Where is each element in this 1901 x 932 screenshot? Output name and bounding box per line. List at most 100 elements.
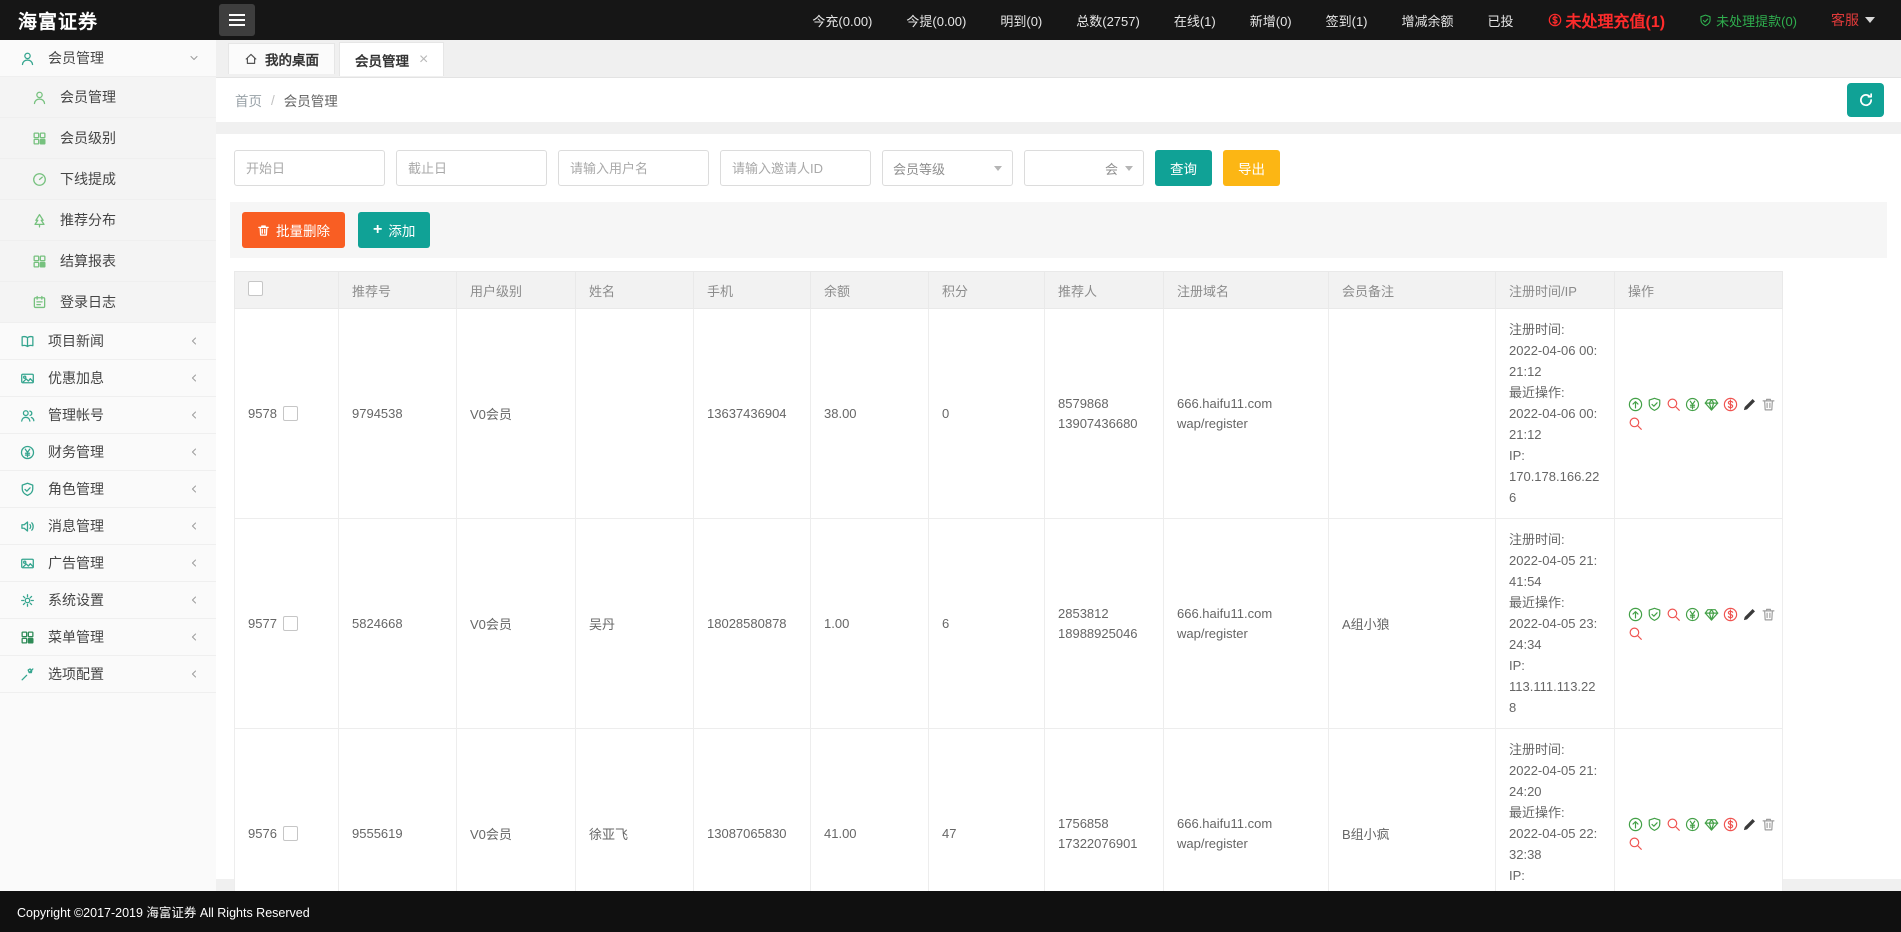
upgrade-icon[interactable] bbox=[1628, 607, 1643, 622]
sidebar-item-menu-management[interactable]: 菜单管理 bbox=[0, 619, 216, 656]
sidebar-item-admin-accounts[interactable]: 管理帐号 bbox=[0, 397, 216, 434]
tab-member-management[interactable]: 会员管理 × bbox=[339, 42, 445, 76]
member-group-select[interactable]: 会 bbox=[1024, 150, 1144, 186]
sidebar-item-option-config[interactable]: 选项配置 bbox=[0, 656, 216, 693]
cell-referrer: 2853812 18988925046 bbox=[1044, 518, 1164, 729]
batch-delete-button[interactable]: 批量删除 bbox=[242, 212, 345, 248]
diamond-icon[interactable] bbox=[1704, 607, 1719, 622]
cell-level: V0会员 bbox=[456, 518, 576, 729]
chevron-left-icon bbox=[188, 335, 200, 347]
refresh-button[interactable] bbox=[1847, 83, 1884, 117]
select-all-checkbox[interactable] bbox=[248, 281, 263, 296]
search-button[interactable]: 查询 bbox=[1155, 150, 1212, 186]
sidebar-item-message-management[interactable]: 消息管理 bbox=[0, 508, 216, 545]
diamond-icon[interactable] bbox=[1704, 817, 1719, 832]
inviter-id-input[interactable] bbox=[720, 150, 871, 186]
domain-url: 666.haifu11.com bbox=[1177, 395, 1273, 411]
upgrade-icon[interactable] bbox=[1628, 817, 1643, 832]
stat-total[interactable]: 总数(2757) bbox=[1076, 11, 1140, 30]
stat-today-recharge[interactable]: 今充(0.00) bbox=[812, 11, 872, 30]
edit-icon[interactable] bbox=[1742, 817, 1757, 832]
search-icon[interactable] bbox=[1666, 607, 1681, 622]
sidebar: 会员管理 会员管理 会员级别 下线提成 推荐分布 结算报表 登录日志 项目新闻 … bbox=[0, 40, 216, 891]
search-icon[interactable] bbox=[1666, 817, 1681, 832]
username-input[interactable] bbox=[558, 150, 709, 186]
sidebar-item-promo-interest[interactable]: 优惠加息 bbox=[0, 360, 216, 397]
cell-balance: 1.00 bbox=[810, 518, 929, 729]
stat-invested[interactable]: 已投 bbox=[1488, 11, 1514, 30]
domain-path: wap/register bbox=[1177, 415, 1248, 431]
pending-recharge-icon bbox=[1548, 13, 1562, 27]
shield-check-icon[interactable] bbox=[1647, 607, 1662, 622]
sidebar-item-settlement-report[interactable]: 结算报表 bbox=[0, 241, 216, 282]
service-menu[interactable]: 客服 bbox=[1831, 10, 1875, 30]
stat-signin[interactable]: 签到(1) bbox=[1326, 11, 1368, 30]
add-button[interactable]: + 添加 bbox=[358, 212, 431, 248]
search-icon[interactable] bbox=[1666, 397, 1681, 412]
user-icon bbox=[32, 90, 47, 105]
speaker-icon bbox=[20, 519, 35, 534]
start-date-input[interactable] bbox=[234, 150, 385, 186]
stat-adjust-balance[interactable]: 增减余额 bbox=[1402, 11, 1454, 30]
chevron-down-icon bbox=[1125, 165, 1133, 171]
export-button[interactable]: 导出 bbox=[1223, 150, 1280, 186]
pending-recharge-link[interactable]: 未处理充值(1) bbox=[1548, 8, 1665, 32]
yen-icon[interactable] bbox=[1685, 397, 1700, 412]
stat-today-withdraw[interactable]: 今提(0.00) bbox=[906, 11, 966, 30]
tab-my-desktop[interactable]: 我的桌面 bbox=[228, 43, 335, 74]
stat-new[interactable]: 新增(0) bbox=[1250, 11, 1292, 30]
sidebar-item-login-log[interactable]: 登录日志 bbox=[0, 282, 216, 323]
sidebar-item-project-news[interactable]: 项目新闻 bbox=[0, 323, 216, 360]
sidebar-item-role-management[interactable]: 角色管理 bbox=[0, 471, 216, 508]
end-date-input[interactable] bbox=[396, 150, 547, 186]
pending-withdraw-link[interactable]: 未处理提款(0) bbox=[1699, 11, 1797, 30]
dollar-icon[interactable] bbox=[1723, 817, 1738, 832]
dollar-icon[interactable] bbox=[1723, 397, 1738, 412]
chevron-left-icon bbox=[188, 631, 200, 643]
breadcrumb-home[interactable]: 首页 bbox=[235, 90, 262, 110]
row-checkbox[interactable] bbox=[282, 616, 298, 631]
edit-icon[interactable] bbox=[1742, 607, 1757, 622]
cell-ref-no: 9555619 bbox=[338, 728, 457, 891]
close-icon[interactable]: × bbox=[419, 51, 428, 69]
upgrade-icon[interactable] bbox=[1628, 397, 1643, 412]
sidebar-item-member-level[interactable]: 会员级别 bbox=[0, 118, 216, 159]
delete-icon[interactable] bbox=[1761, 817, 1776, 832]
sidebar-item-downline-commission[interactable]: 下线提成 bbox=[0, 159, 216, 200]
diamond-icon[interactable] bbox=[1704, 397, 1719, 412]
sidebar-item-finance-management[interactable]: 财务管理 bbox=[0, 434, 216, 471]
stat-online[interactable]: 在线(1) bbox=[1174, 11, 1216, 30]
yen-icon[interactable] bbox=[1685, 817, 1700, 832]
edit-icon[interactable] bbox=[1742, 397, 1757, 412]
sidebar-item-referral-distribution[interactable]: 推荐分布 bbox=[0, 200, 216, 241]
shield-check-icon[interactable] bbox=[1647, 397, 1662, 412]
chevron-left-icon bbox=[188, 446, 200, 458]
chevron-left-icon bbox=[188, 557, 200, 569]
footer: Copyright ©2017-2019 海富证券 All Rights Res… bbox=[0, 891, 1901, 932]
delete-icon[interactable] bbox=[1761, 397, 1776, 412]
search-detail-icon[interactable] bbox=[1628, 626, 1643, 641]
cell-ref-no: 5824668 bbox=[338, 518, 457, 729]
op-time-label: 最近操作: bbox=[1509, 595, 1565, 610]
sidebar-group-member-management[interactable]: 会员管理 bbox=[0, 40, 216, 77]
search-detail-icon[interactable] bbox=[1628, 836, 1643, 851]
row-checkbox[interactable] bbox=[282, 406, 298, 421]
stat-due-tomorrow[interactable]: 明到(0) bbox=[1000, 11, 1042, 30]
sidebar-item-ad-management[interactable]: 广告管理 bbox=[0, 545, 216, 582]
shield-check-icon[interactable] bbox=[1647, 817, 1662, 832]
sidebar-item-member-management[interactable]: 会员管理 bbox=[0, 77, 216, 118]
yen-icon[interactable] bbox=[1685, 607, 1700, 622]
row-checkbox[interactable] bbox=[282, 826, 298, 841]
user-icon bbox=[20, 51, 35, 66]
member-level-select[interactable]: 会员等级 bbox=[882, 150, 1013, 186]
dollar-icon[interactable] bbox=[1723, 607, 1738, 622]
cell-ref-no: 9794538 bbox=[338, 308, 457, 519]
table-row: 9577 5824668 V0会员 吴丹 18028580878 1.00 6 … bbox=[234, 518, 1783, 729]
menu-toggle-button[interactable] bbox=[219, 4, 255, 36]
reg-time-label: 注册时间: bbox=[1509, 532, 1565, 547]
sidebar-item-system-settings[interactable]: 系统设置 bbox=[0, 582, 216, 619]
chevron-down-icon bbox=[994, 165, 1002, 171]
op-time-label: 最近操作: bbox=[1509, 385, 1565, 400]
delete-icon[interactable] bbox=[1761, 607, 1776, 622]
search-detail-icon[interactable] bbox=[1628, 416, 1643, 431]
